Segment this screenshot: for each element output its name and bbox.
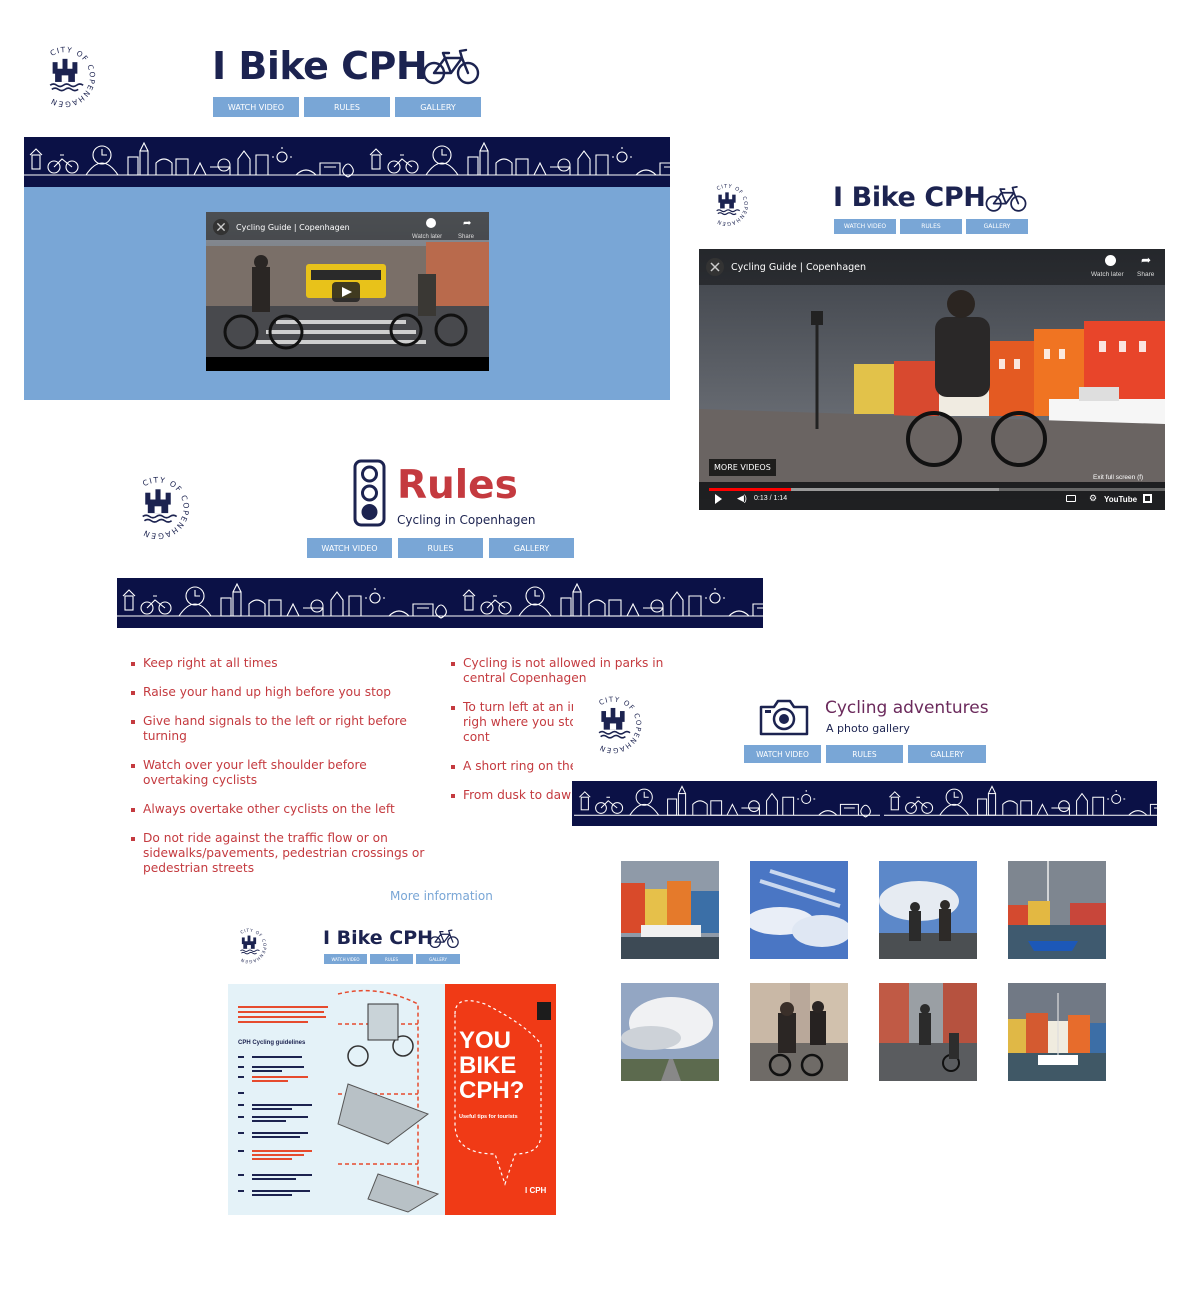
watch-later-label: Watch later <box>412 234 443 240</box>
youtube-logo[interactable]: YouTube <box>1104 495 1137 504</box>
rule-item: Keep right at all times <box>131 656 426 671</box>
city-logo[interactable] <box>582 694 644 756</box>
nav-watch-video[interactable]: WATCH VIDEO <box>324 954 367 964</box>
share-label: Share <box>458 234 475 240</box>
video-frame-small <box>206 212 489 371</box>
nav-watch-video[interactable]: WATCH VIDEO <box>744 745 821 763</box>
nav-gallery[interactable]: GALLERY <box>416 954 460 964</box>
gallery-photo[interactable] <box>621 861 719 959</box>
rule-item: Give hand signals to the left or right b… <box>131 714 426 744</box>
gallery-photo[interactable] <box>1008 861 1106 959</box>
skyline-banner <box>572 781 1157 826</box>
rules-list-left: Keep right at all times Raise your hand … <box>131 656 426 890</box>
embedded-video-small[interactable]: Cycling Guide | Copenhagen ➦ Watch later… <box>206 212 489 371</box>
nav-gallery[interactable]: GALLERY <box>395 97 481 117</box>
city-logo[interactable] <box>124 474 192 542</box>
rules-title: Rules <box>397 463 518 508</box>
nav-rules[interactable]: RULES <box>900 219 962 234</box>
video-title-large[interactable]: Cycling Guide | Copenhagen <box>731 262 866 273</box>
traffic-light-icon <box>353 459 386 527</box>
nav-rules[interactable]: RULES <box>370 954 413 964</box>
clock-icon[interactable] <box>1105 255 1116 266</box>
video-time: 0:13 / 1:14 <box>754 495 788 502</box>
video-title-small[interactable]: Cycling Guide | Copenhagen <box>236 223 350 232</box>
nav-watch-video[interactable]: WATCH VIDEO <box>307 538 392 558</box>
more-videos-button[interactable]: MORE VIDEOS <box>709 459 776 476</box>
watch-later-label: Watch later <box>1091 271 1124 278</box>
exit-fullscreen-tooltip: Exit full screen (f) <box>1093 474 1144 481</box>
nav-gallery[interactable]: GALLERY <box>966 219 1028 234</box>
rule-item: Raise your hand up high before you stop <box>131 685 426 700</box>
main-nav: WATCH VIDEO RULES GALLERY <box>307 538 574 558</box>
more-information-link[interactable]: More information <box>390 889 493 903</box>
channel-avatar-icon[interactable] <box>705 257 725 277</box>
cover-title: YOU BIKE CPH? <box>459 1027 525 1104</box>
nav-watch-video[interactable]: WATCH VIDEO <box>213 97 299 117</box>
city-logo[interactable] <box>230 927 268 965</box>
brochure-cover[interactable]: YOU BIKE CPH? Useful tips for tourists I… <box>445 984 556 1215</box>
cover-logo: I CPH <box>525 1186 547 1195</box>
video-progress-played[interactable] <box>709 488 791 491</box>
skyline-banner <box>117 578 763 628</box>
rule-item: Always overtake other cyclists on the le… <box>131 802 426 817</box>
gallery-photo[interactable] <box>750 983 848 1081</box>
gallery-photo[interactable] <box>621 983 719 1081</box>
main-nav: WATCH VIDEO RULES GALLERY <box>744 745 986 763</box>
rules-subtitle: Cycling in Copenhagen <box>397 513 536 527</box>
clock-icon[interactable] <box>426 218 436 228</box>
cover-subtitle: Useful tips for tourists <box>459 1114 518 1120</box>
gallery-photo[interactable] <box>750 861 848 959</box>
gallery-subtitle: A photo gallery <box>826 722 910 735</box>
brochure-inside[interactable]: CPH Cycling guidelines <box>228 984 445 1215</box>
gallery-photo[interactable] <box>879 861 977 959</box>
nav-gallery[interactable]: GALLERY <box>908 745 986 763</box>
bicycle-icon <box>421 46 481 86</box>
volume-icon[interactable]: ◀) <box>737 493 747 504</box>
site-title: I Bike CPH <box>323 927 434 949</box>
gallery-title: Cycling adventures <box>825 698 989 718</box>
share-label: Share <box>1137 271 1155 278</box>
nav-gallery[interactable]: GALLERY <box>489 538 574 558</box>
nav-rules[interactable]: RULES <box>826 745 903 763</box>
gallery-photo[interactable] <box>1008 983 1106 1081</box>
bicycle-icon <box>984 184 1028 213</box>
rule-item: Do not ride against the traffic flow or … <box>131 831 426 876</box>
channel-avatar-icon[interactable] <box>212 218 230 236</box>
city-logo[interactable] <box>704 182 750 228</box>
site-title: I Bike CPH <box>212 44 428 88</box>
site-title: I Bike CPH <box>833 182 986 213</box>
captions-icon[interactable] <box>1066 495 1076 502</box>
brochure-heading: CPH Cycling guidelines <box>238 1040 306 1046</box>
camera-icon <box>758 697 810 737</box>
main-nav: WATCH VIDEO RULES GALLERY <box>834 219 1028 234</box>
gallery-photo[interactable] <box>879 983 977 1081</box>
share-icon[interactable]: ➦ <box>1141 253 1151 267</box>
rule-item: Watch over your left shoulder before ove… <box>131 758 426 788</box>
bicycle-icon <box>428 928 460 949</box>
city-logo[interactable] <box>32 44 98 110</box>
skyline-banner <box>24 137 670 187</box>
settings-icon[interactable]: ⚙ <box>1089 493 1097 504</box>
embedded-video-large[interactable]: Cycling Guide | Copenhagen ➦ Watch later… <box>699 249 1165 510</box>
fullscreen-icon[interactable] <box>1143 494 1152 503</box>
main-nav: WATCH VIDEO RULES GALLERY <box>324 954 460 964</box>
share-icon[interactable]: ➦ <box>463 218 471 229</box>
main-nav: WATCH VIDEO RULES GALLERY <box>213 97 481 117</box>
play-icon[interactable] <box>715 494 722 504</box>
nav-rules[interactable]: RULES <box>304 97 390 117</box>
nav-watch-video[interactable]: WATCH VIDEO <box>834 219 896 234</box>
nav-rules[interactable]: RULES <box>398 538 483 558</box>
